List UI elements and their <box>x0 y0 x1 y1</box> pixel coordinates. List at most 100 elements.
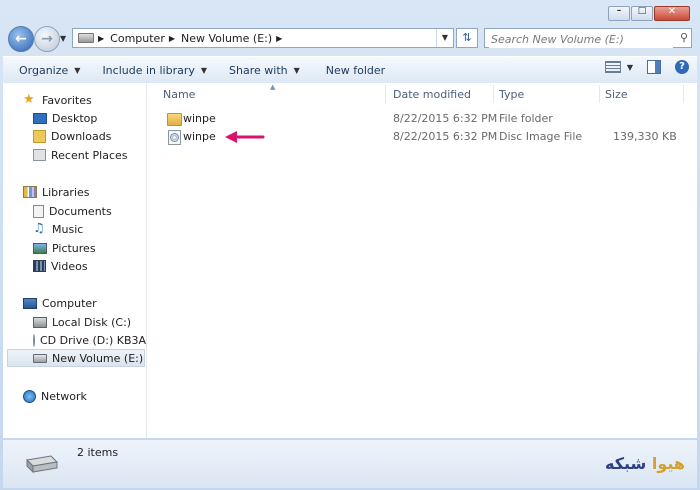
sidebar-item-network[interactable]: Network <box>23 387 87 405</box>
column-header-date-modified[interactable]: Date modified <box>393 83 471 105</box>
sidebar-label: Favorites <box>42 93 92 107</box>
preview-pane-icon[interactable] <box>647 60 661 74</box>
breadcrumb-separator-icon[interactable]: ▶ <box>98 34 104 43</box>
sidebar-label: Pictures <box>52 241 96 255</box>
window-controls: – □ ✕ <box>607 6 690 21</box>
sidebar-label: Videos <box>51 259 88 273</box>
back-button[interactable]: ← <box>8 26 34 52</box>
minimize-button[interactable]: – <box>608 6 630 21</box>
sidebar-item-pictures[interactable]: Pictures <box>33 239 96 257</box>
sidebar-label: New Volume (E:) <box>52 351 144 365</box>
sidebar-item-libraries[interactable]: Libraries <box>23 183 90 201</box>
folder-icon <box>167 113 182 126</box>
videos-icon <box>33 260 46 272</box>
libraries-icon <box>23 186 37 198</box>
column-divider[interactable] <box>599 85 600 103</box>
column-header-label: Type <box>499 87 525 101</box>
sidebar-label: Computer <box>42 296 97 310</box>
sidebar-item-computer[interactable]: Computer <box>23 294 97 312</box>
sidebar-item-new-volume-e[interactable]: New Volume (E:) <box>7 349 145 367</box>
column-header-type[interactable]: Type <box>499 83 524 105</box>
search-icon[interactable]: ⚲ <box>680 31 688 44</box>
documents-icon <box>33 204 44 218</box>
organize-button[interactable]: Organize ▼ <box>19 64 80 77</box>
refresh-button[interactable]: ⇅ <box>456 28 478 48</box>
organize-label: Organize <box>19 63 69 77</box>
share-with-button[interactable]: Share with ▼ <box>229 64 300 77</box>
sidebar-item-local-disk-c[interactable]: Local Disk (C:) <box>33 313 131 331</box>
file-list: ▲ Name Date modified Type Size winpe 8/2… <box>153 83 697 438</box>
column-header-name[interactable]: Name <box>163 83 195 105</box>
sidebar-item-documents[interactable]: Documents <box>33 202 112 220</box>
forward-button[interactable]: → <box>34 26 60 52</box>
chevron-down-icon: ▼ <box>200 65 208 75</box>
column-header-label: Date modified <box>393 87 471 101</box>
include-in-library-button[interactable]: Include in library ▼ <box>102 64 207 77</box>
downloads-folder-icon <box>33 129 46 143</box>
sidebar-item-videos[interactable]: Videos <box>33 257 88 275</box>
file-row[interactable]: winpe 8/22/2015 6:32 PM File folder <box>161 110 691 128</box>
cd-drive-icon <box>33 333 35 347</box>
file-type: Disc Image File <box>499 130 583 143</box>
sidebar-item-favorites[interactable]: ★ Favorites <box>23 91 92 109</box>
breadcrumb-separator-icon[interactable]: ▶ <box>169 34 175 43</box>
maximize-button[interactable]: □ <box>631 6 653 21</box>
breadcrumb-computer[interactable]: Computer <box>110 32 165 45</box>
chevron-down-icon: ▼ <box>293 65 300 75</box>
new-folder-button[interactable]: New folder <box>326 64 385 77</box>
sort-ascending-icon: ▲ <box>270 83 276 91</box>
column-divider[interactable] <box>683 85 684 103</box>
annotation-arrow-icon <box>225 131 265 143</box>
column-header-label: Name <box>163 87 196 101</box>
sidebar-item-cd-drive-d[interactable]: CD Drive (D:) KB3AIK <box>33 331 146 349</box>
file-date: 8/22/2015 6:32 PM <box>393 130 498 143</box>
change-view-icon[interactable] <box>604 61 621 73</box>
network-icon <box>23 389 36 403</box>
help-icon[interactable]: ? <box>675 60 689 74</box>
drive-icon <box>78 33 94 43</box>
sidebar-item-desktop[interactable]: Desktop <box>33 109 97 127</box>
disc-icon <box>170 133 179 142</box>
explorer-window: – □ ✕ ← → ▼ ▶ Computer ▶ New Volume (E:)… <box>0 0 700 490</box>
chevron-down-icon: ▼ <box>74 65 81 75</box>
share-with-label: Share with <box>229 63 288 77</box>
star-icon: ★ <box>23 92 35 107</box>
sidebar-label: Downloads <box>51 129 112 143</box>
file-type: File folder <box>499 112 553 125</box>
watermark-logo: هیوا شبکه <box>605 454 685 473</box>
sidebar-item-recent-places[interactable]: Recent Places <box>33 146 128 164</box>
toolbar-right: ▼ ? <box>604 60 689 74</box>
search-box[interactable]: ⚲ <box>484 28 692 48</box>
sidebar-label: Music <box>52 222 84 236</box>
column-header-size[interactable]: Size <box>605 83 628 105</box>
sidebar-label: Local Disk (C:) <box>52 315 132 329</box>
breadcrumb-new-volume[interactable]: New Volume (E:) <box>181 32 272 45</box>
include-in-library-label: Include in library <box>102 63 195 77</box>
sidebar-label: Documents <box>49 204 112 218</box>
search-input[interactable] <box>489 30 673 48</box>
recent-pages-dropdown[interactable]: ▼ <box>60 34 66 43</box>
address-dropdown-icon[interactable]: ▼ <box>436 29 453 47</box>
sidebar-item-music[interactable]: ♫ Music <box>33 220 83 238</box>
breadcrumb-separator-icon[interactable]: ▶ <box>276 34 282 43</box>
command-bar: Organize ▼ Include in library ▼ Share with… <box>3 56 697 84</box>
explorer-body: ★ Favorites Desktop Downloads Recent Pla… <box>3 83 697 438</box>
maximize-icon: □ <box>637 6 647 16</box>
column-divider[interactable] <box>493 85 494 103</box>
address-bar[interactable]: ▶ Computer ▶ New Volume (E:) ▶ ▼ <box>72 28 454 48</box>
desktop-icon <box>33 112 47 124</box>
sidebar-item-downloads[interactable]: Downloads <box>33 127 111 145</box>
watermark-part: هیوا <box>651 454 685 473</box>
file-name: winpe <box>183 130 216 143</box>
column-header-label: Size <box>605 87 628 101</box>
forward-arrow-icon: → <box>41 31 53 47</box>
view-options-chevron-icon[interactable]: ▼ <box>627 63 633 72</box>
column-divider[interactable] <box>385 85 386 103</box>
item-count: 2 items <box>77 446 119 459</box>
sidebar-label: Desktop <box>52 111 98 125</box>
status-bar: 2 items هیوا شبکه <box>3 439 697 488</box>
computer-icon <box>23 297 37 309</box>
close-button[interactable]: ✕ <box>654 6 690 21</box>
new-folder-label: New folder <box>325 63 386 77</box>
local-disk-icon <box>33 316 47 328</box>
